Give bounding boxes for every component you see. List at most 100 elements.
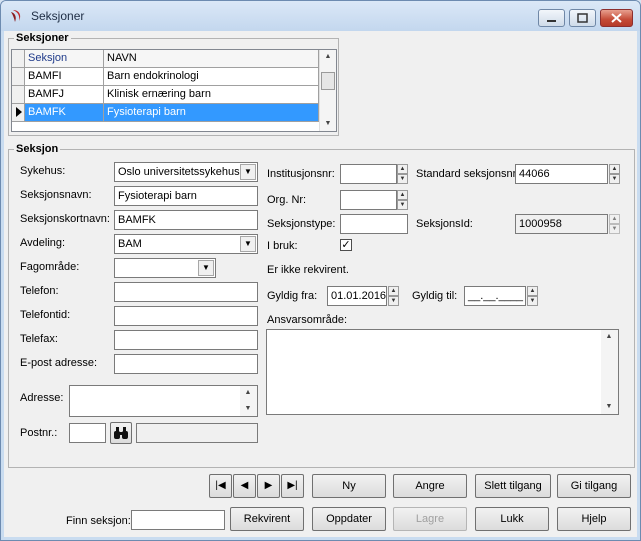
- adresse-textarea[interactable]: ▲ ▼: [69, 385, 258, 417]
- scroll-thumb[interactable]: [321, 72, 335, 90]
- telefontid-input[interactable]: [114, 306, 258, 326]
- adresse-scrollbar[interactable]: ▲ ▼: [240, 386, 257, 416]
- lukk-button[interactable]: Lukk: [475, 507, 549, 531]
- navn-cell[interactable]: Klinisk ernæring barn: [104, 86, 319, 104]
- close-button[interactable]: [600, 9, 633, 27]
- scroll-up-icon[interactable]: ▲: [240, 386, 256, 400]
- chevron-down-icon[interactable]: ▼: [240, 164, 256, 180]
- column-header-navn[interactable]: NAVN: [104, 50, 319, 68]
- spin-up-icon[interactable]: ▲: [609, 164, 620, 174]
- section-group-title: Seksjon: [14, 143, 61, 155]
- prev-icon: ◀: [240, 480, 249, 491]
- spin-up-icon[interactable]: ▲: [527, 286, 538, 296]
- sections-table: Seksjon NAVN BAMFI Barn endokrinologi BA…: [11, 49, 337, 132]
- oppdater-button[interactable]: Oppdater: [312, 507, 386, 531]
- telefon-input[interactable]: [114, 282, 258, 302]
- hjelp-button[interactable]: Hjelp: [557, 507, 631, 531]
- application-window: Seksjoner Seksjoner Seksjon Sykehus: Osl…: [0, 0, 641, 541]
- table-row[interactable]: BAMFJ Klinisk ernæring barn: [12, 86, 319, 104]
- institusjonsnr-input[interactable]: [340, 164, 397, 184]
- fagomrade-dropdown[interactable]: ▼: [114, 258, 216, 278]
- telefontid-label: Telefontid:: [20, 309, 71, 321]
- poststed-readonly: [136, 423, 258, 443]
- first-record-button[interactable]: |◀: [209, 474, 232, 498]
- org-nr-spinner[interactable]: ▲ ▼: [397, 190, 408, 210]
- navn-cell[interactable]: Barn endokrinologi: [104, 68, 319, 86]
- scroll-down-icon[interactable]: ▼: [240, 402, 256, 416]
- scroll-up-icon[interactable]: ▲: [320, 50, 336, 64]
- spin-down-icon[interactable]: ▼: [397, 174, 408, 184]
- lookup-button[interactable]: [110, 422, 132, 444]
- avdeling-dropdown[interactable]: BAM ▼: [114, 234, 258, 254]
- seksjon-cell[interactable]: BAMFJ: [25, 86, 104, 104]
- column-header-seksjon[interactable]: Seksjon: [25, 50, 104, 68]
- standard-seksjonsnr-input[interactable]: 44066: [515, 164, 608, 184]
- spin-up-icon: ▲: [609, 214, 620, 224]
- seksjonstype-input[interactable]: [340, 214, 408, 234]
- skip-first-icon: |◀: [215, 480, 226, 491]
- prev-record-button[interactable]: ◀: [233, 474, 256, 498]
- seksjonsid-readonly: 1000958: [515, 214, 608, 234]
- table-scrollbar[interactable]: ▲ ▼: [319, 50, 336, 131]
- standard-seksjonsnr-label: Standard seksjonsnr:: [416, 168, 520, 180]
- gyldig-til-spinner[interactable]: ▲ ▼: [527, 286, 538, 306]
- maximize-button[interactable]: [569, 9, 596, 27]
- i-bruk-checkbox[interactable]: ✓: [340, 239, 352, 251]
- spin-down-icon[interactable]: ▼: [388, 296, 399, 306]
- row-indicator: [12, 86, 25, 104]
- gyldig-til-input[interactable]: __.__.____: [464, 286, 526, 306]
- spin-down-icon[interactable]: ▼: [609, 174, 620, 184]
- minimize-button[interactable]: [538, 9, 565, 27]
- angre-button[interactable]: Angre: [393, 474, 467, 498]
- telefax-input[interactable]: [114, 330, 258, 350]
- standard-seksjonsnr-spinner[interactable]: ▲ ▼: [609, 164, 620, 184]
- sykehus-label: Sykehus:: [20, 165, 66, 177]
- next-icon: ▶: [264, 480, 273, 491]
- fagomrade-label: Fagområde:: [20, 261, 80, 273]
- seksjon-cell[interactable]: BAMFK: [25, 104, 104, 122]
- gyldig-til-label: Gyldig til:: [412, 290, 458, 302]
- navn-cell[interactable]: Fysioterapi barn: [104, 104, 319, 122]
- last-record-button[interactable]: ▶|: [281, 474, 304, 498]
- avdeling-value: BAM: [118, 238, 142, 250]
- telefon-label: Telefon:: [20, 285, 59, 297]
- seksjonsnavn-input[interactable]: Fysioterapi barn: [114, 186, 258, 206]
- seksjonskortnavn-input[interactable]: BAMFK: [114, 210, 258, 230]
- sykehus-value: Oslo universitetssykehus: [118, 166, 240, 178]
- spin-up-icon[interactable]: ▲: [397, 190, 408, 200]
- spin-down-icon[interactable]: ▼: [397, 200, 408, 210]
- table-row[interactable]: BAMFI Barn endokrinologi: [12, 68, 319, 86]
- section-group: Seksjon: [8, 143, 635, 468]
- app-logo-icon: [11, 10, 21, 22]
- institusjonsnr-spinner[interactable]: ▲ ▼: [397, 164, 408, 184]
- scroll-down-icon[interactable]: ▼: [320, 117, 336, 131]
- finn-seksjon-input[interactable]: [131, 510, 225, 530]
- ansvarsomrade-textarea[interactable]: ▲ ▼: [266, 329, 619, 415]
- skip-last-icon: ▶|: [287, 480, 298, 491]
- row-indicator: [12, 104, 25, 122]
- gyldig-fra-spinner[interactable]: ▲ ▼: [388, 286, 399, 306]
- title-bar[interactable]: Seksjoner: [1, 1, 640, 31]
- spin-down-icon[interactable]: ▼: [527, 296, 538, 306]
- next-record-button[interactable]: ▶: [257, 474, 280, 498]
- seksjon-cell[interactable]: BAMFI: [25, 68, 104, 86]
- sykehus-dropdown[interactable]: Oslo universitetssykehus ▼: [114, 162, 258, 182]
- scroll-up-icon[interactable]: ▲: [601, 330, 617, 344]
- table-row-selected[interactable]: BAMFK Fysioterapi barn: [12, 104, 319, 122]
- slett-tilgang-button[interactable]: Slett tilgang: [475, 474, 551, 498]
- telefax-label: Telefax:: [20, 333, 58, 345]
- gi-tilgang-button[interactable]: Gi tilgang: [557, 474, 631, 498]
- ny-button[interactable]: Ny: [312, 474, 386, 498]
- gyldig-fra-input[interactable]: 01.01.2016: [327, 286, 387, 306]
- spin-up-icon[interactable]: ▲: [397, 164, 408, 174]
- org-nr-input[interactable]: [340, 190, 397, 210]
- chevron-down-icon[interactable]: ▼: [198, 260, 214, 276]
- chevron-down-icon[interactable]: ▼: [240, 236, 256, 252]
- spin-up-icon[interactable]: ▲: [388, 286, 399, 296]
- rekvirent-button[interactable]: Rekvirent: [230, 507, 304, 531]
- postnr-input[interactable]: [69, 423, 106, 443]
- scroll-down-icon[interactable]: ▼: [601, 400, 617, 414]
- ansvarsomrade-scrollbar[interactable]: ▲ ▼: [601, 330, 618, 414]
- institusjonsnr-label: Institusjonsnr:: [267, 168, 335, 180]
- epost-input[interactable]: [114, 354, 258, 374]
